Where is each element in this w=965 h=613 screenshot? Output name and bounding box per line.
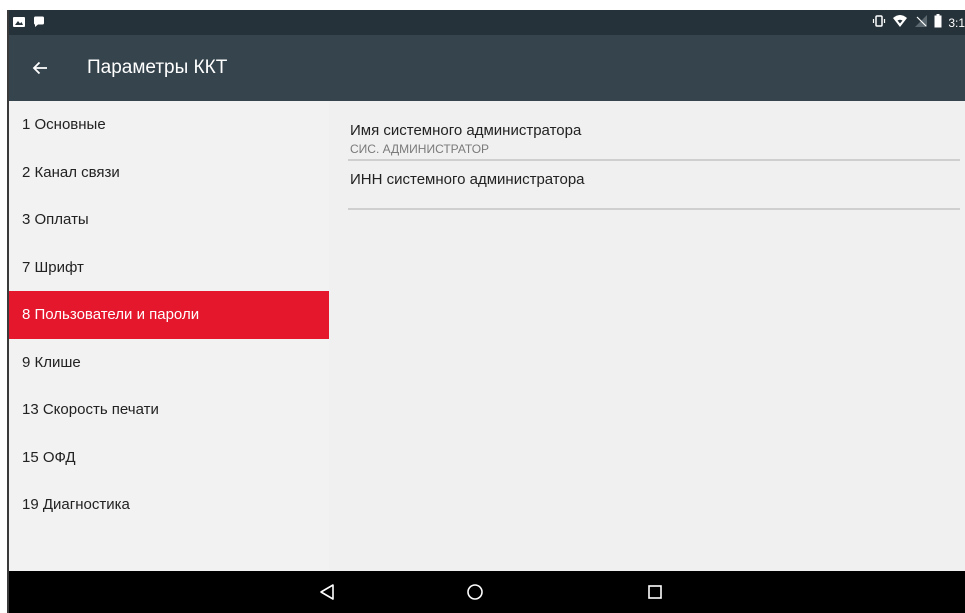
nav-back-icon xyxy=(320,584,334,600)
sidebar-item-label: 15 ОФД xyxy=(22,448,76,466)
sidebar-item-kanal-svyazi[interactable]: 2 Канал связи xyxy=(9,149,329,197)
image-icon xyxy=(12,15,26,34)
pref-admin-inn[interactable]: ИНН системного администратора xyxy=(348,161,960,210)
sidebar: 1 Основные 2 Канал связи 3 Оплаты 7 Шриф… xyxy=(9,101,329,571)
sidebar-item-print-speed[interactable]: 13 Скорость печати xyxy=(9,386,329,434)
status-bar: 3:1 xyxy=(7,10,965,35)
sidebar-item-klishe[interactable]: 9 Клише xyxy=(9,339,329,387)
nav-home-button[interactable] xyxy=(461,579,489,605)
sidebar-item-shrift[interactable]: 7 Шрифт xyxy=(9,244,329,292)
pref-summary: СИС. АДМИНИСТРАТОР xyxy=(350,142,490,156)
sidebar-item-label: 8 Пользователи и пароли xyxy=(22,306,200,324)
pref-title: ИНН системного администратора xyxy=(350,171,585,188)
sidebar-item-diagnostics[interactable]: 19 Диагностика xyxy=(9,481,329,529)
sidebar-item-label: 19 Диагностика xyxy=(22,496,130,514)
sidebar-item-osnovnye[interactable]: 1 Основные xyxy=(9,101,329,149)
nav-recents-icon xyxy=(648,585,662,599)
sidebar-item-label: 2 Канал связи xyxy=(22,163,120,181)
nav-recents-button[interactable] xyxy=(641,579,669,605)
nav-back-button[interactable] xyxy=(313,579,341,605)
status-time: 3:1 xyxy=(948,15,965,30)
sidebar-item-ofd[interactable]: 15 ОФД xyxy=(9,434,329,482)
battery-icon xyxy=(934,14,942,31)
preferences-panel: Имя системного администратора СИС. АДМИН… xyxy=(329,101,965,571)
window-edge xyxy=(7,10,9,613)
nav-home-icon xyxy=(467,584,483,600)
back-button[interactable] xyxy=(25,54,55,82)
no-signal-icon xyxy=(914,14,928,31)
sidebar-item-users-passwords[interactable]: 8 Пользователи и пароли xyxy=(9,291,329,339)
arrow-back-icon xyxy=(32,61,47,75)
sidebar-item-label: 7 Шрифт xyxy=(22,258,84,276)
chat-icon xyxy=(32,15,46,34)
sidebar-item-label: 1 Основные xyxy=(22,116,106,134)
sidebar-item-label: 3 Оплаты xyxy=(22,211,89,229)
app-window: 3:1 Параметры ККТ 1 Основные 2 Канал свя… xyxy=(7,10,965,613)
page-title: Параметры ККТ xyxy=(87,57,228,78)
sidebar-item-label: 9 Клише xyxy=(22,353,81,371)
sidebar-item-label: 13 Скорость печати xyxy=(22,401,159,419)
toolbar: Параметры ККТ xyxy=(7,35,965,101)
vibrate-icon xyxy=(872,14,886,31)
wifi-icon xyxy=(892,14,908,31)
pref-admin-name[interactable]: Имя системного администратора СИС. АДМИН… xyxy=(348,111,960,161)
pref-title: Имя системного администратора xyxy=(350,122,582,139)
navigation-bar xyxy=(7,571,965,613)
sidebar-item-oplaty[interactable]: 3 Оплаты xyxy=(9,196,329,244)
